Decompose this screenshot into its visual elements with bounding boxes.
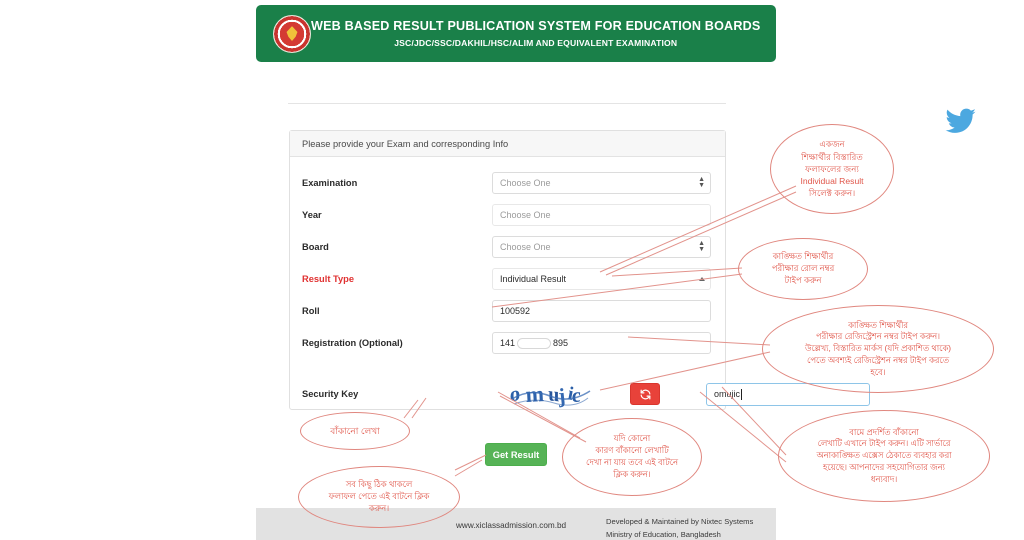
- registration-label: Registration (Optional): [302, 338, 403, 348]
- registration-input[interactable]: 141 895: [492, 332, 711, 354]
- registration-value-suffix: 895: [553, 338, 569, 348]
- security-key-value: omujic: [714, 389, 741, 399]
- form-row-security-key: Security Key o m u j i c omujic: [302, 371, 870, 417]
- board-label: Board: [302, 242, 329, 252]
- horizontal-divider: [288, 103, 726, 104]
- annotation-line: কাঙ্ক্ষিত শিক্ষার্থীর: [848, 319, 908, 330]
- annotation-line: কাঙ্ক্ষিত শিক্ষার্থীর: [772, 251, 834, 262]
- site-header-banner: WEB BASED RESULT PUBLICATION SYSTEM FOR …: [256, 5, 776, 62]
- annotation-line: করুন।: [368, 502, 390, 513]
- annotation-roll-note: কাঙ্ক্ষিত শিক্ষার্থীর পরীক্ষার রোল নম্বর…: [738, 238, 868, 300]
- year-select[interactable]: Choose One: [492, 204, 711, 226]
- footer-ministry: Ministry of Education, Bangladesh: [606, 530, 721, 539]
- refresh-icon: [640, 389, 650, 399]
- text-cursor: [741, 388, 743, 400]
- annotation-result-type-note: একজন শিক্ষার্থীর বিস্তারিত ফলাফলের জন্য …: [770, 124, 894, 214]
- form-row-result-type: Result Type Individual Result: [302, 263, 711, 295]
- annotation-line: দেখা না যায় তবে এই বাটনে: [585, 457, 679, 467]
- examination-label: Examination: [302, 178, 358, 188]
- board-spinner-icon: ▲ ▼: [698, 240, 705, 253]
- registration-redaction-mark: [517, 337, 552, 349]
- form-row-examination: Examination Choose One ▲ ▼: [302, 167, 711, 199]
- annotation-line: পরীক্ষার রোল নম্বর: [771, 263, 835, 274]
- form-row-board: Board Choose One ▲ ▼: [302, 231, 711, 263]
- annotation-security-key-input-note: বামে প্রদর্শিত বাঁকানো লেখাটি এখানে টাইপ…: [778, 410, 990, 502]
- annotation-captcha-note: বাঁকানো লেখা: [300, 412, 410, 450]
- annotation-line: লেখাটি এখানে টাইপ করুন। এটি সার্ভারে: [817, 438, 951, 449]
- result-type-select[interactable]: Individual Result: [492, 268, 711, 290]
- annotation-line: বাঁকানো লেখা: [330, 425, 380, 436]
- annotation-line: Individual Result: [800, 176, 864, 187]
- annotation-line: ধন্যবাদ।: [870, 473, 898, 484]
- form-row-registration: Registration (Optional) 141 895: [302, 327, 711, 359]
- annotation-line: উল্লেখ্য, বিস্তারিত মার্কস (যদি প্রকাশিত…: [804, 343, 952, 354]
- panel-body: Examination Choose One ▲ ▼ Year Choose On…: [290, 157, 870, 417]
- annotation-refresh-note: যদি কোনো কারণ বাঁকানো লেখাটি দেখা না যায…: [562, 418, 702, 496]
- annotation-line: যদি কোনো: [613, 433, 651, 444]
- panel-heading-text: Please provide your Exam and correspondi…: [302, 138, 509, 149]
- annotation-line: পরীক্ষার রেজিস্ট্রেশন নম্বর টাইপ করুন।: [815, 331, 941, 342]
- annotation-submit-note: সব কিছু ঠিক থাকলে ফলাফল পেতে এই বাটনে ক্…: [298, 466, 460, 528]
- roll-label: Roll: [302, 306, 320, 316]
- captcha-image: o m u j i c: [510, 379, 594, 409]
- annotation-registration-note: কাঙ্ক্ষিত শিক্ষার্থীর পরীক্ষার রেজিস্ট্র…: [762, 305, 994, 393]
- footer-website-link[interactable]: www.xiclassadmission.com.bd: [456, 521, 566, 530]
- annotation-line: বামে প্রদর্শিত বাঁকানো: [849, 426, 919, 437]
- bangladesh-education-board-seal-icon: [273, 14, 311, 53]
- examination-spinner-icon: ▲ ▼: [698, 176, 705, 189]
- annotation-line: হয়েছে। আপনাদের সহযোগিতার জন্য: [823, 461, 945, 472]
- annotation-line: হবে।: [870, 366, 886, 377]
- page-subtitle: JSC/JDC/SSC/DAKHIL/HSC/ALIM AND EQUIVALE…: [394, 38, 678, 48]
- panel-header: Please provide your Exam and correspondi…: [290, 131, 725, 157]
- annotation-line: ক্লিক করুন।: [613, 468, 651, 479]
- page-title: WEB BASED RESULT PUBLICATION SYSTEM FOR …: [311, 19, 761, 33]
- screenshot-root: WEB BASED RESULT PUBLICATION SYSTEM FOR …: [0, 0, 1024, 540]
- annotation-line: ফলাফলের জন্য: [805, 163, 859, 174]
- security-key-label: Security Key: [302, 389, 359, 399]
- annotation-line: সব কিছু ঠিক থাকলে: [345, 479, 413, 490]
- year-label: Year: [302, 210, 322, 220]
- twitter-bird-icon[interactable]: [942, 105, 980, 142]
- chevron-up-icon: [699, 277, 705, 281]
- banner-text-block: WEB BASED RESULT PUBLICATION SYSTEM FOR …: [311, 19, 798, 48]
- exam-info-form-panel: Please provide your Exam and correspondi…: [289, 130, 870, 410]
- footer-developed-by: Developed & Maintained by Nixtec Systems: [606, 517, 754, 526]
- form-row-roll: Roll 100592: [302, 295, 711, 327]
- examination-select[interactable]: Choose One: [492, 172, 711, 194]
- roll-input[interactable]: 100592: [492, 300, 711, 322]
- annotation-line: পেতে অবশ্যই রেজিস্ট্রেশন নম্বর টাইপ করতে: [807, 354, 949, 365]
- annotation-line: একজন: [819, 139, 845, 150]
- annotation-line: অনাকাঙ্ক্ষিত এক্সেস ঠেকাতে ব্যবহার করা: [816, 450, 952, 461]
- annotation-line: টাইপ করুন: [784, 274, 822, 285]
- form-row-year: Year Choose One: [302, 199, 711, 231]
- annotation-line: শিক্ষার্থীর বিস্তারিত: [801, 151, 863, 162]
- refresh-captcha-button[interactable]: [630, 383, 660, 405]
- get-result-button[interactable]: Get Result: [485, 443, 547, 466]
- board-select[interactable]: Choose One: [492, 236, 711, 258]
- result-type-label: Result Type: [302, 274, 355, 284]
- registration-value-prefix: 141: [500, 338, 516, 348]
- annotation-line: কারণ বাঁকানো লেখাটি: [595, 445, 669, 456]
- annotation-line: সিলেক্ট করুন।: [808, 188, 856, 199]
- annotation-line: ফলাফল পেতে এই বাটনে ক্লিক: [328, 491, 430, 502]
